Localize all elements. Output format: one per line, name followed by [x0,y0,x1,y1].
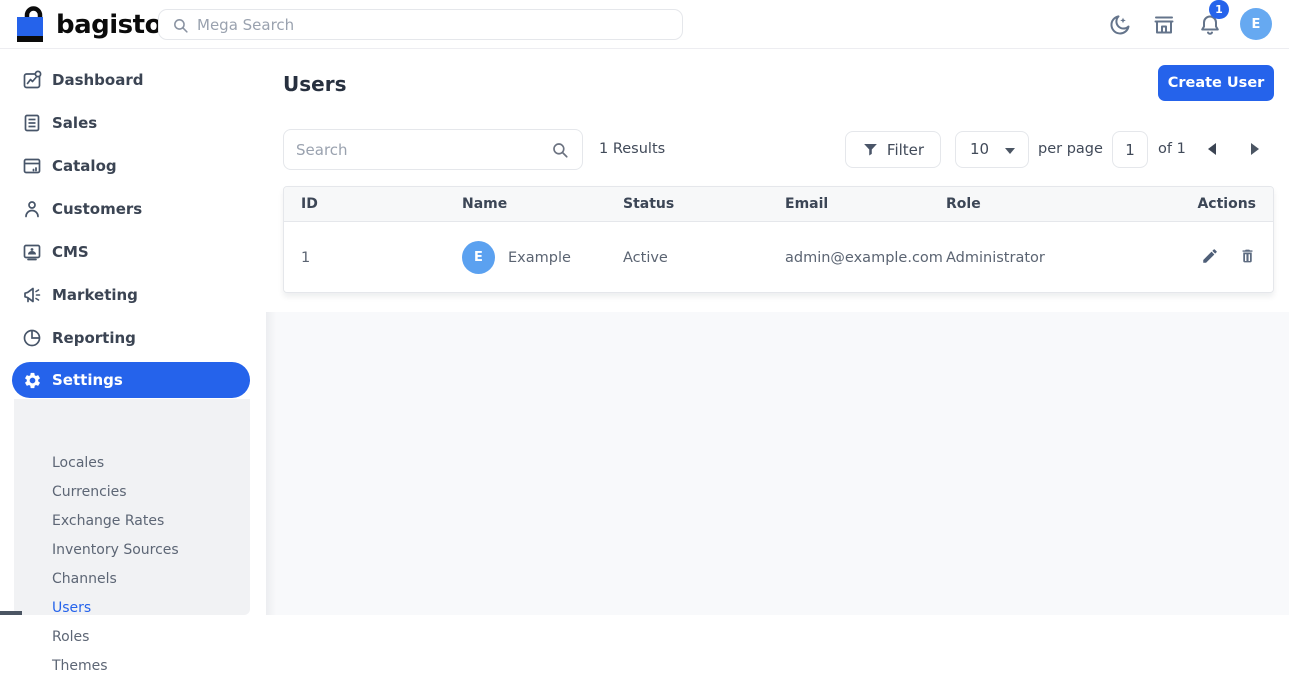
dark-mode-icon[interactable] [1108,13,1132,37]
search-icon[interactable] [551,141,569,159]
filter-funnel-icon [862,141,879,158]
per-page-select[interactable]: 10 [955,131,1029,168]
column-role[interactable]: Role [946,196,1107,212]
brand-logo[interactable]: bagisto [14,5,162,45]
page-title: Users [283,72,346,96]
per-page-value: 10 [970,140,989,158]
reporting-icon [22,328,42,348]
cell-status: Active [623,250,785,266]
notification-count-badge: 1 [1209,0,1229,19]
sidebar-item-settings[interactable]: Settings [12,362,250,398]
column-actions: Actions [1107,196,1273,212]
sidebar-item-locales[interactable]: Locales [52,448,104,477]
sidebar-item-roles[interactable]: Roles [52,622,89,651]
dashboard-icon [22,70,42,90]
sidebar-item-channels[interactable]: Channels [52,564,117,593]
sidebar-item-reporting[interactable]: Reporting [0,316,250,359]
chevron-down-icon [1005,148,1015,154]
column-email[interactable]: Email [785,196,946,212]
sidebar-item-exchange-rates[interactable]: Exchange Rates [52,506,164,535]
page-number-input[interactable] [1112,131,1148,168]
column-id[interactable]: ID [284,196,462,212]
sidebar-item-inventory-sources[interactable]: Inventory Sources [52,535,179,564]
marketing-icon [22,285,42,305]
datagrid-search-input[interactable] [296,130,546,169]
users-table: ID Name Status Email Role Actions 1 E Ex… [283,186,1274,293]
sidebar-item-cms[interactable]: CMS [0,230,250,273]
filter-label: Filter [887,141,924,159]
sidebar-item-themes[interactable]: Themes [52,651,108,680]
table-row[interactable]: 1 E Example Active admin@example.com Adm… [284,222,1273,293]
delete-trash-icon[interactable] [1239,247,1256,265]
cms-icon [22,242,42,262]
mega-search [158,9,683,40]
page-total-label: of 1 [1158,141,1186,157]
brand-name: bagisto [56,10,162,40]
mega-search-input[interactable] [197,10,677,39]
catalog-icon [22,156,42,176]
results-count: 1 Results [599,141,665,157]
previous-page-arrow[interactable] [1208,143,1216,155]
datagrid-search [283,129,583,170]
cell-actions [1107,247,1273,269]
next-page-arrow[interactable] [1251,143,1259,155]
settings-gear-icon [22,370,42,390]
column-status[interactable]: Status [623,196,785,212]
create-user-button[interactable]: Create User [1158,65,1274,101]
user-avatar[interactable]: E [1240,8,1272,40]
sidebar-item-sales[interactable]: Sales [0,101,250,144]
per-page-label: per page [1038,141,1103,157]
edit-pencil-icon[interactable] [1201,247,1219,265]
sidebar-item-users[interactable]: Users [52,593,91,622]
bagisto-bag-icon [14,5,50,45]
top-header: bagisto 1 E [0,0,1289,49]
cell-role: Administrator [946,250,1107,266]
sidebar: Locales Currencies Exchange Rates Invent… [0,49,266,615]
user-name: Example [508,250,571,266]
sidebar-item-customers[interactable]: Customers [0,187,250,230]
main-background [266,312,1289,615]
cell-name: E Example [462,241,623,274]
cell-id: 1 [284,250,462,266]
row-avatar: E [462,241,495,274]
sales-icon [22,113,42,133]
sidebar-item-catalog[interactable]: Catalog [0,144,250,187]
table-header-row: ID Name Status Email Role Actions [284,187,1273,222]
filter-button[interactable]: Filter [845,131,941,168]
scrollbar-thumb[interactable] [0,611,22,615]
sidebar-item-marketing[interactable]: Marketing [0,273,250,316]
settings-submenu: Locales Currencies Exchange Rates Invent… [14,399,250,615]
store-icon[interactable] [1152,13,1176,37]
cell-email: admin@example.com [785,250,946,266]
search-icon [172,17,189,34]
sidebar-item-currencies[interactable]: Currencies [52,477,127,506]
sidebar-item-dashboard[interactable]: Dashboard [0,58,250,101]
column-name[interactable]: Name [462,196,623,212]
customers-icon [22,199,42,219]
